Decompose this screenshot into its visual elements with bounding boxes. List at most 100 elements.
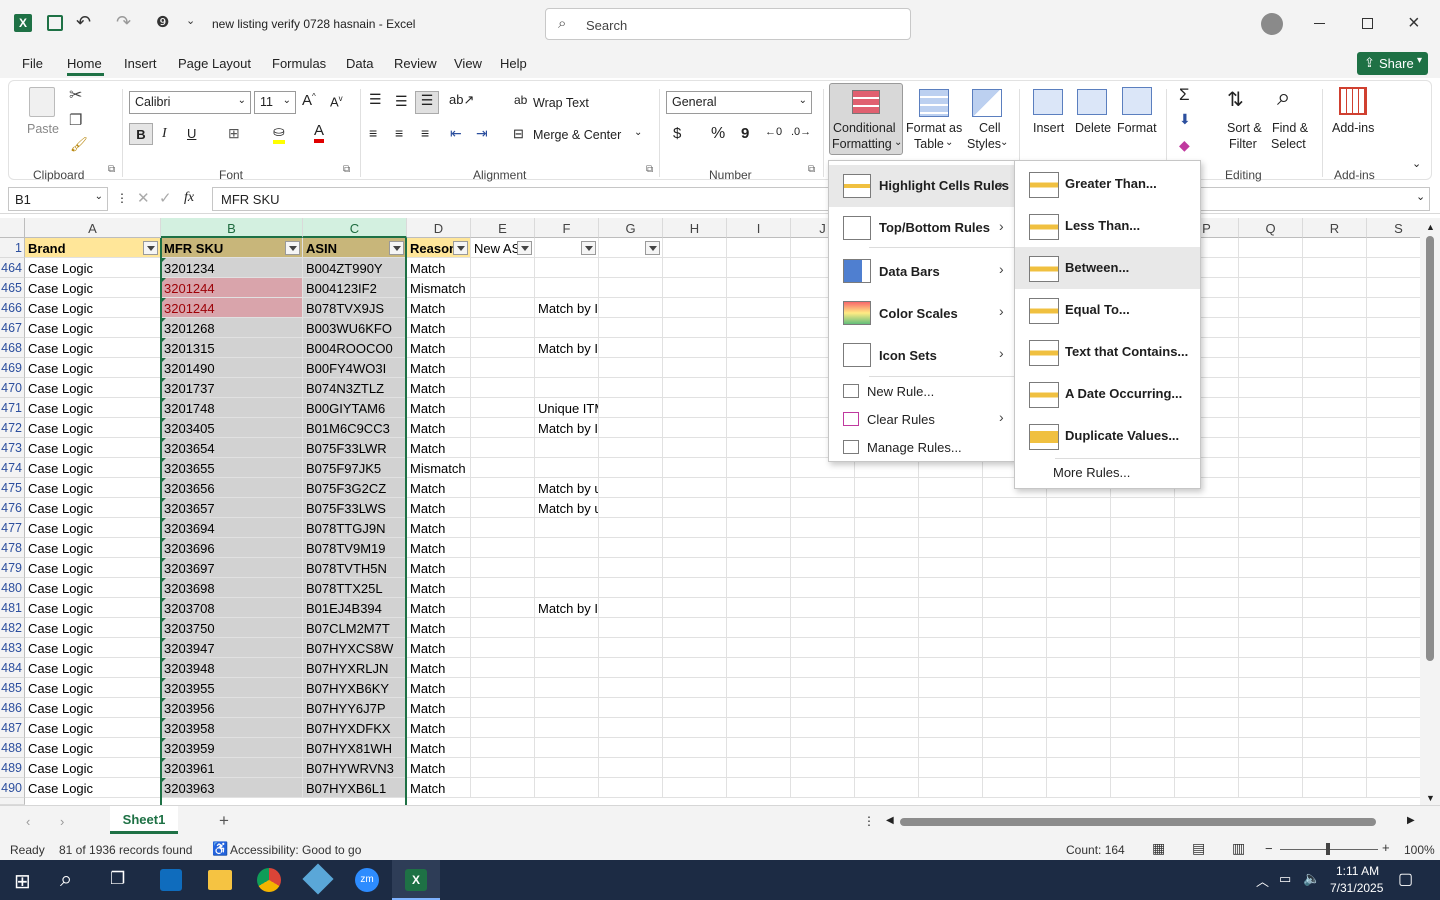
cell[interactable]: Case Logic <box>25 738 161 758</box>
row-header[interactable]: 479 <box>0 558 25 578</box>
cell[interactable] <box>535 738 599 758</box>
cell[interactable] <box>919 678 983 698</box>
cell[interactable]: Match <box>407 258 471 278</box>
cell[interactable] <box>1303 458 1367 478</box>
cell[interactable] <box>791 698 855 718</box>
cell[interactable] <box>535 378 599 398</box>
cell[interactable] <box>1175 618 1239 638</box>
format-cells-button[interactable]: Format <box>1117 121 1157 135</box>
cell[interactable]: Match <box>407 358 471 378</box>
cell[interactable] <box>599 478 663 498</box>
cell[interactable] <box>727 258 791 278</box>
cell[interactable] <box>663 598 727 618</box>
cell[interactable] <box>599 298 663 318</box>
cell[interactable]: Match <box>407 538 471 558</box>
cell[interactable] <box>471 438 535 458</box>
cell[interactable] <box>1303 518 1367 538</box>
more-options-icon[interactable]: ⋮ <box>116 191 128 205</box>
paste-icon[interactable] <box>29 87 55 117</box>
format-painter-icon[interactable]: 🖌 <box>70 136 88 153</box>
outlook-icon[interactable] <box>160 869 182 891</box>
cell[interactable] <box>1239 418 1303 438</box>
search-input[interactable]: ⌕ Search <box>545 8 911 40</box>
cell[interactable] <box>1303 358 1367 378</box>
row-header[interactable]: 478 <box>0 538 25 558</box>
cell[interactable] <box>1303 538 1367 558</box>
cell[interactable] <box>1047 658 1111 678</box>
cell[interactable] <box>791 658 855 678</box>
row-header[interactable]: 469 <box>0 358 25 378</box>
redo-icon[interactable]: ↷ <box>116 12 131 33</box>
row-header[interactable]: 477 <box>0 518 25 538</box>
cell[interactable] <box>727 298 791 318</box>
cell[interactable] <box>727 698 791 718</box>
zoom-level[interactable]: 100% <box>1404 843 1435 857</box>
align-middle-icon[interactable]: ☰ <box>395 93 408 110</box>
cell[interactable]: Case Logic <box>25 418 161 438</box>
cell[interactable] <box>1111 518 1175 538</box>
scroll-down-icon[interactable]: ▼ <box>1426 793 1435 803</box>
restore-icon[interactable] <box>1362 18 1373 29</box>
cell[interactable] <box>919 698 983 718</box>
cell[interactable] <box>471 758 535 778</box>
header-cell[interactable]: New AS <box>471 238 535 258</box>
cell[interactable] <box>855 598 919 618</box>
cell[interactable] <box>599 278 663 298</box>
vertical-scrollbar[interactable]: ▲ ▼ <box>1420 218 1440 805</box>
column-header-c[interactable]: C <box>303 218 407 238</box>
cell[interactable] <box>1239 338 1303 358</box>
cell[interactable] <box>1175 698 1239 718</box>
wrap-text-button[interactable]: Wrap Text <box>533 96 589 110</box>
cell[interactable] <box>663 478 727 498</box>
cell[interactable] <box>855 698 919 718</box>
cell[interactable] <box>727 738 791 758</box>
cell[interactable] <box>535 538 599 558</box>
cell[interactable]: Match <box>407 578 471 598</box>
zoom-out-icon[interactable]: − <box>1265 841 1273 856</box>
cell[interactable]: Match <box>407 738 471 758</box>
filter-dropdown-icon[interactable] <box>517 241 532 255</box>
cell[interactable] <box>471 318 535 338</box>
cell[interactable] <box>983 698 1047 718</box>
cell[interactable] <box>1111 578 1175 598</box>
orientation-icon[interactable]: ab↗ <box>449 92 474 108</box>
cell[interactable] <box>1175 598 1239 618</box>
filter-dropdown-icon[interactable] <box>645 241 660 255</box>
volume-icon[interactable]: 🔈 <box>1303 870 1320 887</box>
cell[interactable] <box>1111 758 1175 778</box>
column-header-e[interactable]: E <box>471 218 535 238</box>
cell[interactable] <box>727 498 791 518</box>
cell[interactable] <box>855 638 919 658</box>
cell[interactable] <box>663 358 727 378</box>
cell-styles-button[interactable]: Cell <box>979 121 1001 135</box>
cell[interactable] <box>663 518 727 538</box>
cell[interactable]: Case Logic <box>25 538 161 558</box>
cell[interactable] <box>599 358 663 378</box>
fill-icon[interactable]: ⬇ <box>1179 111 1191 128</box>
cell[interactable] <box>663 718 727 738</box>
menu-item-text-contains[interactable]: Text that Contains... <box>1015 331 1200 373</box>
cell[interactable] <box>1303 758 1367 778</box>
cell[interactable]: Case Logic <box>25 378 161 398</box>
dialog-launcher-icon[interactable]: ⧉ <box>808 164 815 175</box>
zoom-app-icon[interactable]: zm <box>355 868 379 892</box>
cell[interactable] <box>727 578 791 598</box>
tab-formulas[interactable]: Formulas <box>272 56 326 71</box>
page-break-view-icon[interactable]: ▥ <box>1232 840 1245 857</box>
cell[interactable] <box>663 258 727 278</box>
cell[interactable] <box>535 578 599 598</box>
cell[interactable] <box>1303 738 1367 758</box>
cell[interactable]: Case Logic <box>25 438 161 458</box>
normal-view-icon[interactable]: ▦ <box>1152 840 1165 857</box>
cell[interactable] <box>599 398 663 418</box>
cell[interactable] <box>599 338 663 358</box>
cell[interactable] <box>1303 718 1367 738</box>
cell[interactable]: Match by upc <box>535 478 599 498</box>
cell[interactable] <box>1303 438 1367 458</box>
paste-button[interactable]: Paste <box>27 122 59 136</box>
cell[interactable] <box>727 678 791 698</box>
cell[interactable] <box>535 258 599 278</box>
cell[interactable] <box>471 598 535 618</box>
cell[interactable]: Case Logic <box>25 398 161 418</box>
row-header[interactable]: 465 <box>0 278 25 298</box>
